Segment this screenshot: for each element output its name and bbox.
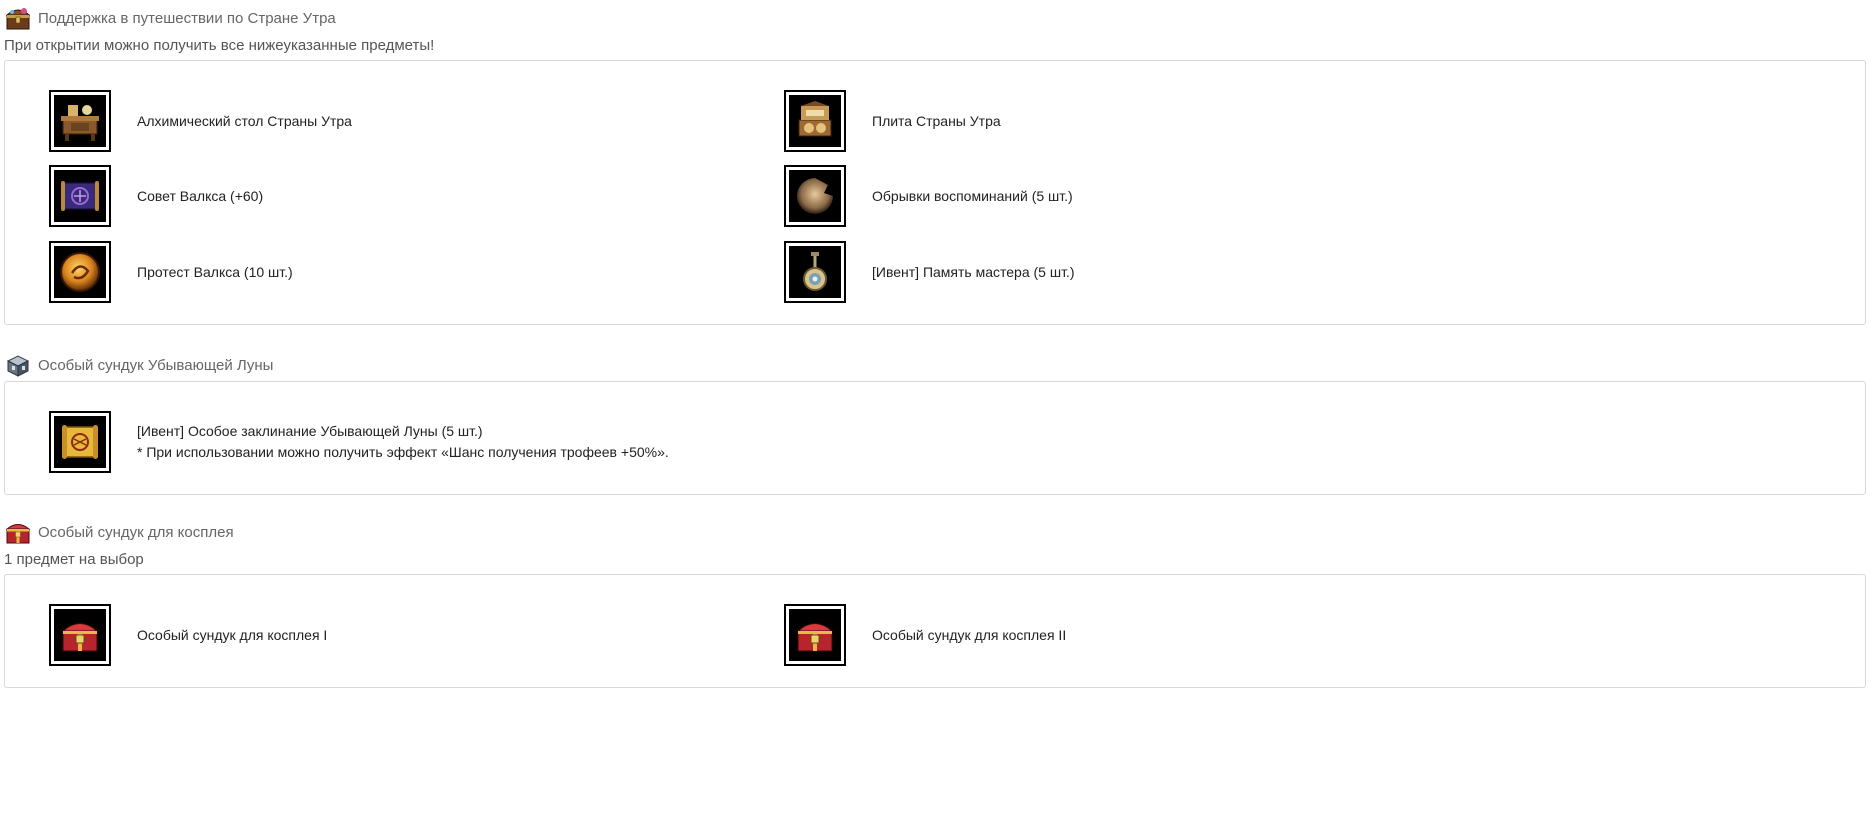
list-item[interactable]: [Ивент] Память мастера (5 шт.) xyxy=(784,241,1075,303)
list-item[interactable]: Протест Валкса (10 шт.) xyxy=(49,241,293,303)
item-icon-frame xyxy=(784,241,846,303)
list-item[interactable]: [Ивент] Особое заклинание Убывающей Луны… xyxy=(49,411,669,473)
item-label: Алхимический стол Страны Утра xyxy=(137,113,352,129)
section-title: Особый сундук для косплея xyxy=(38,523,234,541)
item-label: [Ивент] Память мастера (5 шт.) xyxy=(872,264,1075,280)
pendant-icon xyxy=(803,252,827,291)
section-title: Поддержка в путешествии по Стране Утра xyxy=(38,9,336,27)
item-label: Плита Страны Утра xyxy=(872,113,1001,129)
item-note: * При использовании можно получить эффек… xyxy=(137,444,669,460)
item-label: Протест Валкса (10 шт.) xyxy=(137,264,293,280)
golden-scroll-icon xyxy=(62,425,98,459)
stove-icon xyxy=(798,101,832,137)
item-icon-frame xyxy=(49,241,111,303)
items-box-morning-support: Алхимический стол Страны Утра Плита Стра… xyxy=(4,60,1866,325)
item-label: Особый сундук для косплея I xyxy=(137,627,328,643)
item-icon-frame xyxy=(49,411,111,473)
item-label: Обрывки воспоминаний (5 шт.) xyxy=(872,188,1073,204)
section-title: Особый сундук Убывающей Луны xyxy=(38,356,274,374)
items-box-waning-moon: [Ивент] Особое заклинание Убывающей Луны… xyxy=(4,381,1866,495)
item-icon-frame xyxy=(49,165,111,227)
section-subtitle: 1 предмет на выбор xyxy=(4,551,144,568)
section-subtitle: При открытии можно получить все нижеуказ… xyxy=(4,37,435,54)
item-icon-frame xyxy=(784,90,846,152)
item-icon-frame xyxy=(49,90,111,152)
list-item[interactable]: Особый сундук для косплея II xyxy=(784,604,1066,666)
list-item[interactable]: Плита Страны Утра xyxy=(784,90,1001,152)
item-label: Совет Валкса (+60) xyxy=(137,188,264,204)
treasure-chest-icon xyxy=(5,8,31,30)
silver-chest-icon xyxy=(6,355,30,377)
item-text: [Ивент] Особое заклинание Убывающей Луны… xyxy=(137,421,669,463)
list-item[interactable]: Совет Валкса (+60) xyxy=(49,165,263,227)
alchemy-table-icon xyxy=(61,105,99,141)
cosplay-chest-icon xyxy=(796,623,834,652)
list-item[interactable]: Особый сундук для косплея I xyxy=(49,604,327,666)
section-header-cosplay-chest: Особый сундук для косплея xyxy=(4,517,234,547)
cosplay-chest-icon xyxy=(61,623,99,652)
item-label: Особый сундук для косплея II xyxy=(872,627,1067,643)
section-header-morning-support: Поддержка в путешествии по Стране Утра xyxy=(4,3,336,33)
memory-fragment-icon xyxy=(797,178,833,214)
orb-icon xyxy=(60,252,100,292)
item-icon-frame xyxy=(784,604,846,666)
item-label: [Ивент] Особое заклинание Убывающей Луны… xyxy=(137,423,483,439)
item-icon-frame xyxy=(784,165,846,227)
scroll-icon xyxy=(61,181,99,211)
list-item[interactable]: Алхимический стол Страны Утра xyxy=(49,90,352,152)
item-icon-frame xyxy=(49,604,111,666)
section-header-waning-moon: Особый сундук Убывающей Луны xyxy=(4,350,273,380)
items-box-cosplay-chest: Особый сундук для косплея I Особый сунду… xyxy=(4,574,1866,688)
list-item[interactable]: Обрывки воспоминаний (5 шт.) xyxy=(784,165,1073,227)
page: Поддержка в путешествии по Стране Утра П… xyxy=(0,0,1873,828)
cosplay-chest-icon xyxy=(5,524,31,544)
